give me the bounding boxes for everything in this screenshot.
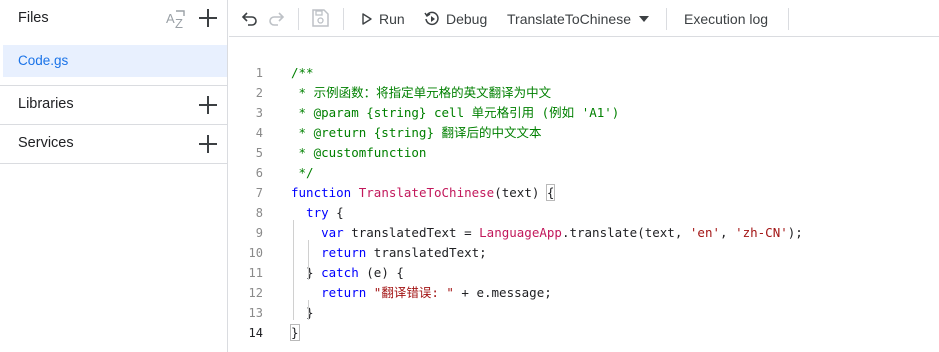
line-number: 5 — [255, 146, 263, 160]
code-line[interactable]: 1 /** — [229, 63, 939, 83]
code-text: * @return {string} 翻译后的中文文本 — [291, 125, 542, 140]
run-button[interactable]: Run — [361, 0, 405, 37]
line-number: 10 — [248, 246, 263, 260]
files-header: Files A Z — [0, 0, 227, 37]
code-line[interactable]: 11 } catch (e) { — [229, 263, 939, 283]
code-text: * @customfunction — [291, 145, 427, 160]
editor-toolbar: Run Debug TranslateToChinese Execution l… — [229, 0, 939, 37]
files-sidebar: Files A Z Code.gs Libraries Services — [0, 0, 228, 352]
debug-icon — [424, 11, 439, 25]
code-line[interactable]: 14} — [229, 323, 939, 343]
line-number: 7 — [255, 186, 263, 200]
execution-log-label: Execution log — [684, 10, 769, 27]
code-line[interactable]: 7 function TranslateToChinese(text) { — [229, 183, 939, 203]
libraries-label: Libraries — [18, 96, 74, 112]
code-text: /** — [291, 65, 314, 80]
line-number: 11 — [248, 266, 263, 280]
line-number: 1 — [255, 66, 263, 80]
debug-button[interactable]: Debug — [424, 0, 487, 37]
function-select[interactable]: TranslateToChinese — [507, 0, 649, 37]
code-line[interactable]: 6 */ — [229, 163, 939, 183]
code-text: } — [291, 305, 314, 320]
undo-icon[interactable] — [241, 9, 259, 27]
code-text: * 示例函数：将指定单元格的英文翻译为中文 — [291, 85, 552, 100]
save-icon[interactable] — [310, 8, 330, 28]
code-line[interactable]: 4 * @return {string} 翻译后的中文文本 — [229, 123, 939, 143]
debug-label: Debug — [446, 10, 488, 27]
code-line[interactable]: 12 return "翻译错误: " + e.message; — [229, 283, 939, 303]
redo-icon[interactable] — [267, 9, 285, 27]
code-line[interactable]: 9 var translatedText = LanguageApp.trans… — [229, 223, 939, 243]
code-line[interactable]: 13 } — [229, 303, 939, 323]
code-text: return translatedText; — [321, 245, 487, 260]
toolbar-separator — [788, 8, 789, 30]
code-line[interactable]: 5 * @customfunction — [229, 143, 939, 163]
line-number: 4 — [255, 126, 263, 140]
line-number: 14 — [248, 326, 263, 340]
line-number: 9 — [255, 226, 263, 240]
divider — [0, 163, 227, 164]
toolbar-separator — [343, 8, 344, 30]
line-number: 13 — [248, 306, 263, 320]
line-number: 3 — [255, 106, 263, 120]
function-select-value: TranslateToChinese — [507, 10, 631, 27]
toolbar-separator — [666, 8, 667, 30]
code-text: * @param {string} cell 单元格引用 (例如 'A1') — [291, 105, 620, 120]
toolbar-separator — [298, 8, 299, 30]
code-text: } — [290, 324, 300, 341]
code-editor[interactable]: 1/** 2 * 示例函数：将指定单元格的英文翻译为中文 3 * @param {s… — [229, 38, 939, 352]
file-name: Code.gs — [18, 53, 69, 68]
line-number: 2 — [255, 86, 263, 100]
code-text: return "翻译错误: " + e.message; — [321, 285, 552, 300]
code-line[interactable]: 10 return translatedText; — [229, 243, 939, 263]
code-line[interactable]: 3 * @param {string} cell 单元格引用 (例如 'A1') — [229, 103, 939, 123]
svg-text:A: A — [166, 11, 175, 26]
code-text: function TranslateToChinese(text) { — [291, 184, 556, 201]
line-number: 12 — [248, 286, 263, 300]
services-label: Services — [18, 135, 74, 151]
code-line[interactable]: 2 * 示例函数：将指定单元格的英文翻译为中文 — [229, 83, 939, 103]
file-item-code-gs[interactable]: Code.gs — [3, 45, 227, 77]
files-title: Files — [18, 10, 49, 26]
line-number: 8 — [255, 206, 263, 220]
add-file-icon[interactable] — [199, 9, 217, 27]
play-icon — [362, 12, 372, 25]
services-section[interactable]: Services — [0, 125, 227, 163]
libraries-section[interactable]: Libraries — [0, 86, 227, 124]
indent-guide — [308, 240, 309, 280]
sort-az-icon[interactable]: A Z — [164, 8, 188, 30]
add-library-icon[interactable] — [199, 96, 217, 114]
dropdown-caret-icon — [639, 15, 649, 22]
indent-guide — [293, 220, 294, 320]
add-service-icon[interactable] — [199, 135, 217, 153]
run-label: Run — [379, 10, 405, 27]
code-text: */ — [291, 165, 314, 180]
code-text: try { — [306, 205, 344, 220]
execution-log-button[interactable]: Execution log — [684, 0, 768, 37]
line-number: 6 — [255, 166, 263, 180]
code-text: var translatedText = LanguageApp.transla… — [321, 225, 803, 240]
code-line[interactable]: 8 try { — [229, 203, 939, 223]
svg-text:Z: Z — [175, 16, 183, 30]
indent-guide — [308, 300, 309, 320]
